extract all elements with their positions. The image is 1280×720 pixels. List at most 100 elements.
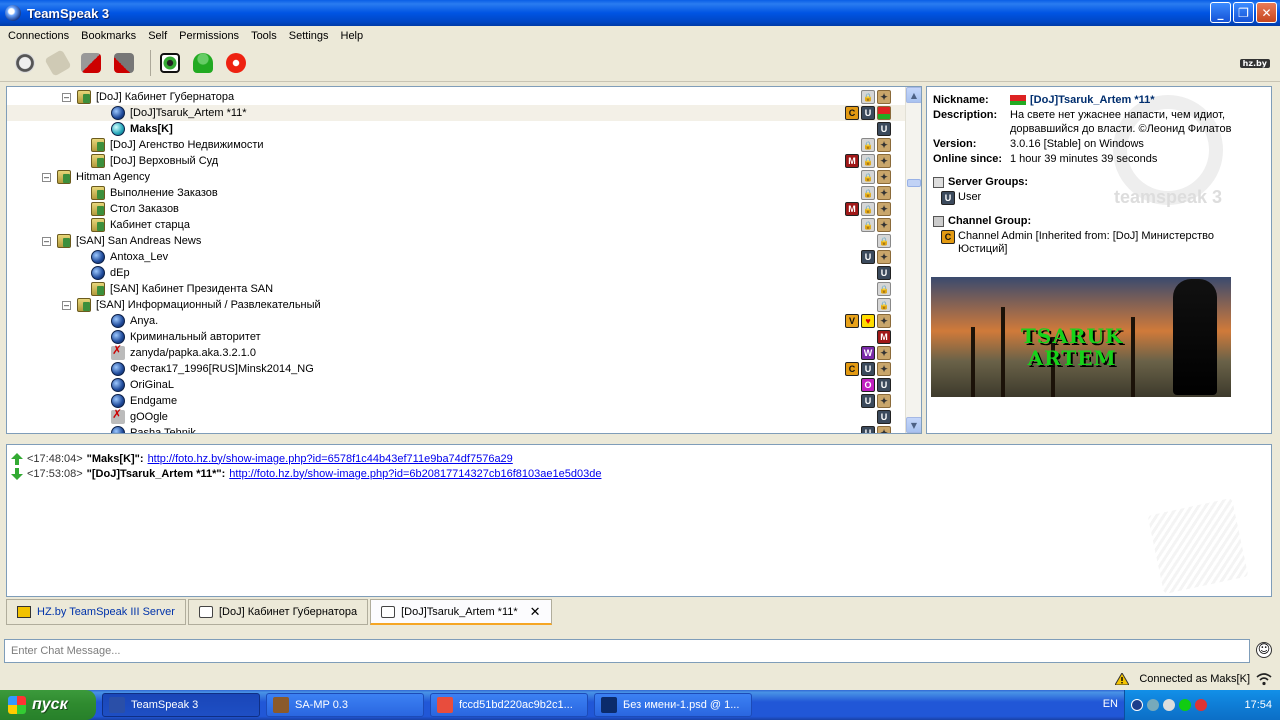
client-row[interactable]: dEp U (7, 265, 905, 281)
client-row[interactable]: gOOgle U (7, 407, 905, 425)
channel-row[interactable]: [SAN] Кабинет Президента SAN 🔒 (7, 281, 905, 297)
channel-row[interactable]: – Hitman Agency 🔒 ✦ (7, 169, 905, 185)
user-group-icon: U (861, 362, 875, 376)
channel-row[interactable]: Выполнение Заказов 🔒 ✦ (7, 185, 905, 201)
channel-row[interactable]: – [SAN] San Andreas News 🔒 (7, 233, 905, 249)
tree-item-label: OriGinaL (130, 379, 175, 391)
channel-row[interactable]: [DoJ] Верховный Суд M 🔒 ✦ (7, 153, 905, 169)
tree-item-label: [DoJ] Верховный Суд (110, 155, 219, 167)
window-title: TeamSpeak 3 (27, 5, 110, 21)
channel-feature-icon: ✦ (877, 202, 891, 216)
tree-item-label: Кабинет старца (110, 219, 190, 231)
description-label: Description: (933, 109, 998, 121)
collapse-icon[interactable]: – (42, 236, 51, 246)
client-row[interactable]: Antoxa_Lev U ✦ (7, 249, 905, 265)
connect-button[interactable] (12, 50, 38, 76)
tray-green-icon[interactable] (1179, 699, 1191, 711)
tray-security-icon[interactable] (1195, 699, 1207, 711)
channel-row[interactable]: – [SAN] Информационный / Развлекательный 🔒 (7, 297, 905, 313)
o-group-icon: O (861, 378, 875, 392)
client-row[interactable]: Maks[K] U (7, 121, 905, 137)
client-row[interactable]: Криминальный авторитет M (7, 329, 905, 345)
tree-scrollbar[interactable]: ▲ ▼ (905, 87, 921, 433)
minimize-button[interactable]: _ (1210, 2, 1231, 23)
warning-icon[interactable] (1115, 673, 1130, 685)
channel-row[interactable]: – [DoJ] Кабинет Губернатора 🔒 ✦ (7, 89, 905, 105)
language-indicator[interactable]: EN (1103, 698, 1118, 710)
version-label: Version: (933, 138, 977, 150)
tree-item-label: Anya. (130, 315, 159, 327)
client-row[interactable]: Anya. V ♥ ✦ (7, 313, 905, 329)
client-icon (111, 426, 125, 433)
menu-help[interactable]: Help (335, 30, 370, 42)
menu-connections[interactable]: Connections (2, 30, 75, 42)
disconnect-button[interactable] (78, 50, 104, 76)
away-button[interactable] (157, 50, 183, 76)
scroll-down-button[interactable]: ▼ (906, 417, 921, 433)
channel-row[interactable]: Стол Заказов M 🔒 ✦ (7, 201, 905, 217)
disconnect-all-icon (114, 53, 134, 73)
channel-tree[interactable]: ▲ ▼ – [DoJ] Кабинет Губернатора 🔒 ✦ [DoJ]Tsa… (6, 86, 922, 434)
client-row[interactable]: Фестак17_1996[RUS]Minsk2014_NG C U ✦ (7, 361, 905, 377)
identity-button[interactable] (190, 50, 216, 76)
user-group-icon: U (861, 426, 875, 433)
tab-server[interactable]: HZ.by TeamSpeak III Server (6, 599, 186, 625)
chat-sender[interactable]: "[DoJ]Tsaruk_Artem *11*": (87, 468, 226, 480)
chat-link[interactable]: http://foto.hz.by/show-image.php?id=6b20… (229, 468, 601, 480)
collapse-icon[interactable]: – (62, 92, 71, 102)
maximize-button[interactable]: ❐ (1233, 2, 1254, 23)
channel-feature-icon: ✦ (877, 170, 891, 184)
tray-volume-icon[interactable] (1163, 699, 1175, 711)
channel-row[interactable]: Кабинет старца 🔒 ✦ (7, 217, 905, 233)
menu-settings[interactable]: Settings (283, 30, 335, 42)
toolbar: hz.by (0, 45, 1280, 82)
taskbar-item[interactable]: fccd51bd220ac9b2c1... (430, 693, 588, 717)
tab-private[interactable]: [DoJ]Tsaruk_Artem *11* ✕ (370, 599, 552, 625)
user-group-icon: U (877, 378, 891, 392)
start-button[interactable]: пуск (0, 690, 96, 720)
client-icon (111, 106, 125, 120)
tab-channel[interactable]: [DoJ] Кабинет Губернатора (187, 599, 369, 625)
taskbar-item[interactable]: TeamSpeak 3 (102, 693, 260, 717)
menu-permissions[interactable]: Permissions (173, 30, 245, 42)
chat-input[interactable] (4, 639, 1250, 663)
taskbar-item[interactable]: Без имени-1.psd @ 1... (594, 693, 752, 717)
close-button[interactable]: ✕ (1256, 2, 1277, 23)
client-row[interactable]: [DoJ]Tsaruk_Artem *11* C U (7, 105, 905, 121)
chat-sender[interactable]: "Maks[K]": (87, 453, 144, 465)
collapse-icon[interactable]: – (42, 172, 51, 182)
collapse-icon[interactable]: – (62, 300, 71, 310)
tray-network-icon[interactable] (1147, 699, 1159, 711)
channel-feature-icon: ✦ (877, 314, 891, 328)
title-bar: TeamSpeak 3 _ ❐ ✕ (0, 0, 1280, 26)
tree-item-label: [DoJ] Кабинет Губернатора (96, 91, 235, 103)
menu-bookmarks[interactable]: Bookmarks (75, 30, 142, 42)
bookmark-button[interactable] (44, 49, 72, 77)
connection-quality-icon[interactable] (1256, 672, 1272, 686)
channel-row[interactable]: [DoJ] Агенство Недвижимости 🔒 ✦ (7, 137, 905, 153)
channel-feature-icon: ✦ (877, 250, 891, 264)
client-row[interactable]: Endgame U ✦ (7, 393, 905, 409)
emoticon-button[interactable]: ☺ (1256, 642, 1272, 658)
chat-log[interactable]: <17:48:04> "Maks[K]": http://foto.hz.by/sh… (6, 444, 1272, 597)
client-row[interactable]: OriGinaL O U (7, 377, 905, 393)
scroll-thumb[interactable] (907, 179, 921, 187)
menu-tools[interactable]: Tools (245, 30, 283, 42)
client-row[interactable]: zanyda/papka.aka.3.2.1.0 W✦ (7, 343, 905, 361)
close-tab-icon[interactable]: ✕ (530, 604, 541, 620)
client-row[interactable]: Pasha Tehnik U ✦ (7, 425, 905, 433)
disconnect-all-button[interactable] (111, 50, 137, 76)
channel-feature-icon: ✦ (877, 394, 891, 408)
scroll-up-button[interactable]: ▲ (906, 87, 921, 103)
task-list: TeamSpeak 3 SA-MP 0.3 fccd51bd220ac9b2c1..… (96, 693, 752, 717)
tree-item-label: Antoxa_Lev (110, 251, 169, 263)
description-value: На свете нет ужаснее напасти, чем идиот,… (1010, 109, 1232, 135)
lock-icon: 🔒 (861, 218, 875, 232)
user-group-icon: U (861, 106, 875, 120)
taskbar-item[interactable]: SA-MP 0.3 (266, 693, 424, 717)
menu-self[interactable]: Self (142, 30, 173, 42)
tray-teamspeak-icon[interactable] (1131, 699, 1143, 711)
chat-link[interactable]: http://foto.hz.by/show-image.php?id=6578… (148, 453, 513, 465)
channel-icon (91, 282, 105, 296)
record-button[interactable] (223, 50, 249, 76)
